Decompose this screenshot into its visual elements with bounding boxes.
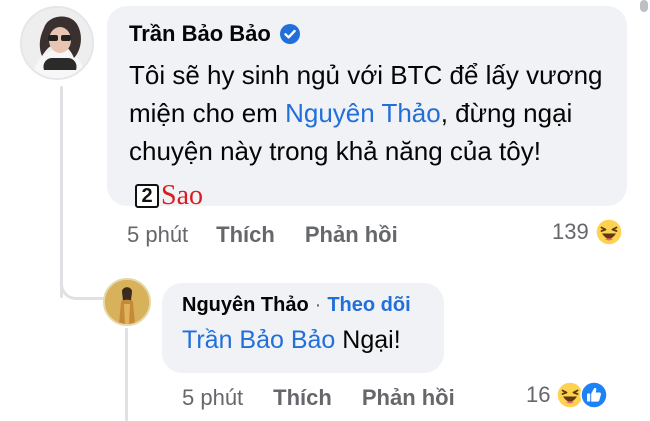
like-icon	[580, 381, 609, 409]
reply-author[interactable]: Nguyên Thảo	[182, 294, 309, 317]
mention-link[interactable]: Nguyên Thảo	[285, 98, 441, 128]
avatar-photo	[105, 280, 149, 324]
thread-connector	[60, 270, 104, 300]
reply-button[interactable]: Phản hồi	[362, 384, 455, 412]
reply-thread-line	[125, 328, 128, 421]
like-button[interactable]: Thích	[273, 384, 332, 412]
thread-line	[60, 86, 63, 298]
haha-icon	[594, 218, 623, 246]
commenter-avatar[interactable]	[20, 6, 94, 80]
watermark-digit: 2	[135, 184, 159, 208]
reaction-summary[interactable]: 139	[552, 218, 623, 246]
comment-timestamp[interactable]: 5 phút	[127, 221, 188, 249]
comment-actions: 5 phút Thích Phản hồi	[127, 221, 398, 249]
avatar-photo	[22, 8, 92, 78]
mention-link[interactable]: Trần Bảo Bảo	[182, 326, 335, 354]
reply-text: Trần Bảo Bảo Ngại!	[182, 323, 424, 357]
reply-actions: 5 phút Thích Phản hồi	[182, 384, 455, 412]
reply-timestamp[interactable]: 5 phút	[182, 384, 243, 412]
comment-text: Tôi sẽ hy sinh ngủ với BTC để lấy vương …	[129, 56, 605, 210]
separator-dot: ·	[314, 294, 322, 316]
replier-avatar[interactable]	[103, 278, 151, 326]
watermark-logo: 2 Sao	[135, 182, 203, 210]
comment-author[interactable]: Trần Bảo Bảo	[129, 20, 271, 48]
comment-bubble: Trần Bảo Bảo Tôi sẽ hy sinh ngủ với BTC …	[107, 6, 627, 210]
reply-button[interactable]: Phản hồi	[305, 221, 398, 249]
reply-bubble: Nguyên Thảo · Theo dõi Trần Bảo Bảo Ngại…	[162, 283, 444, 373]
scrollbar[interactable]	[640, 0, 648, 12]
like-button[interactable]: Thích	[216, 221, 275, 249]
follow-button[interactable]: Theo dõi	[327, 294, 410, 317]
verified-badge-icon	[279, 23, 301, 45]
watermark-word: Sao	[161, 180, 203, 211]
reaction-summary[interactable]: 16	[526, 381, 609, 409]
reaction-count: 139	[552, 219, 589, 244]
reaction-count: 16	[526, 382, 551, 407]
reply-text-part: Ngại!	[335, 326, 401, 354]
